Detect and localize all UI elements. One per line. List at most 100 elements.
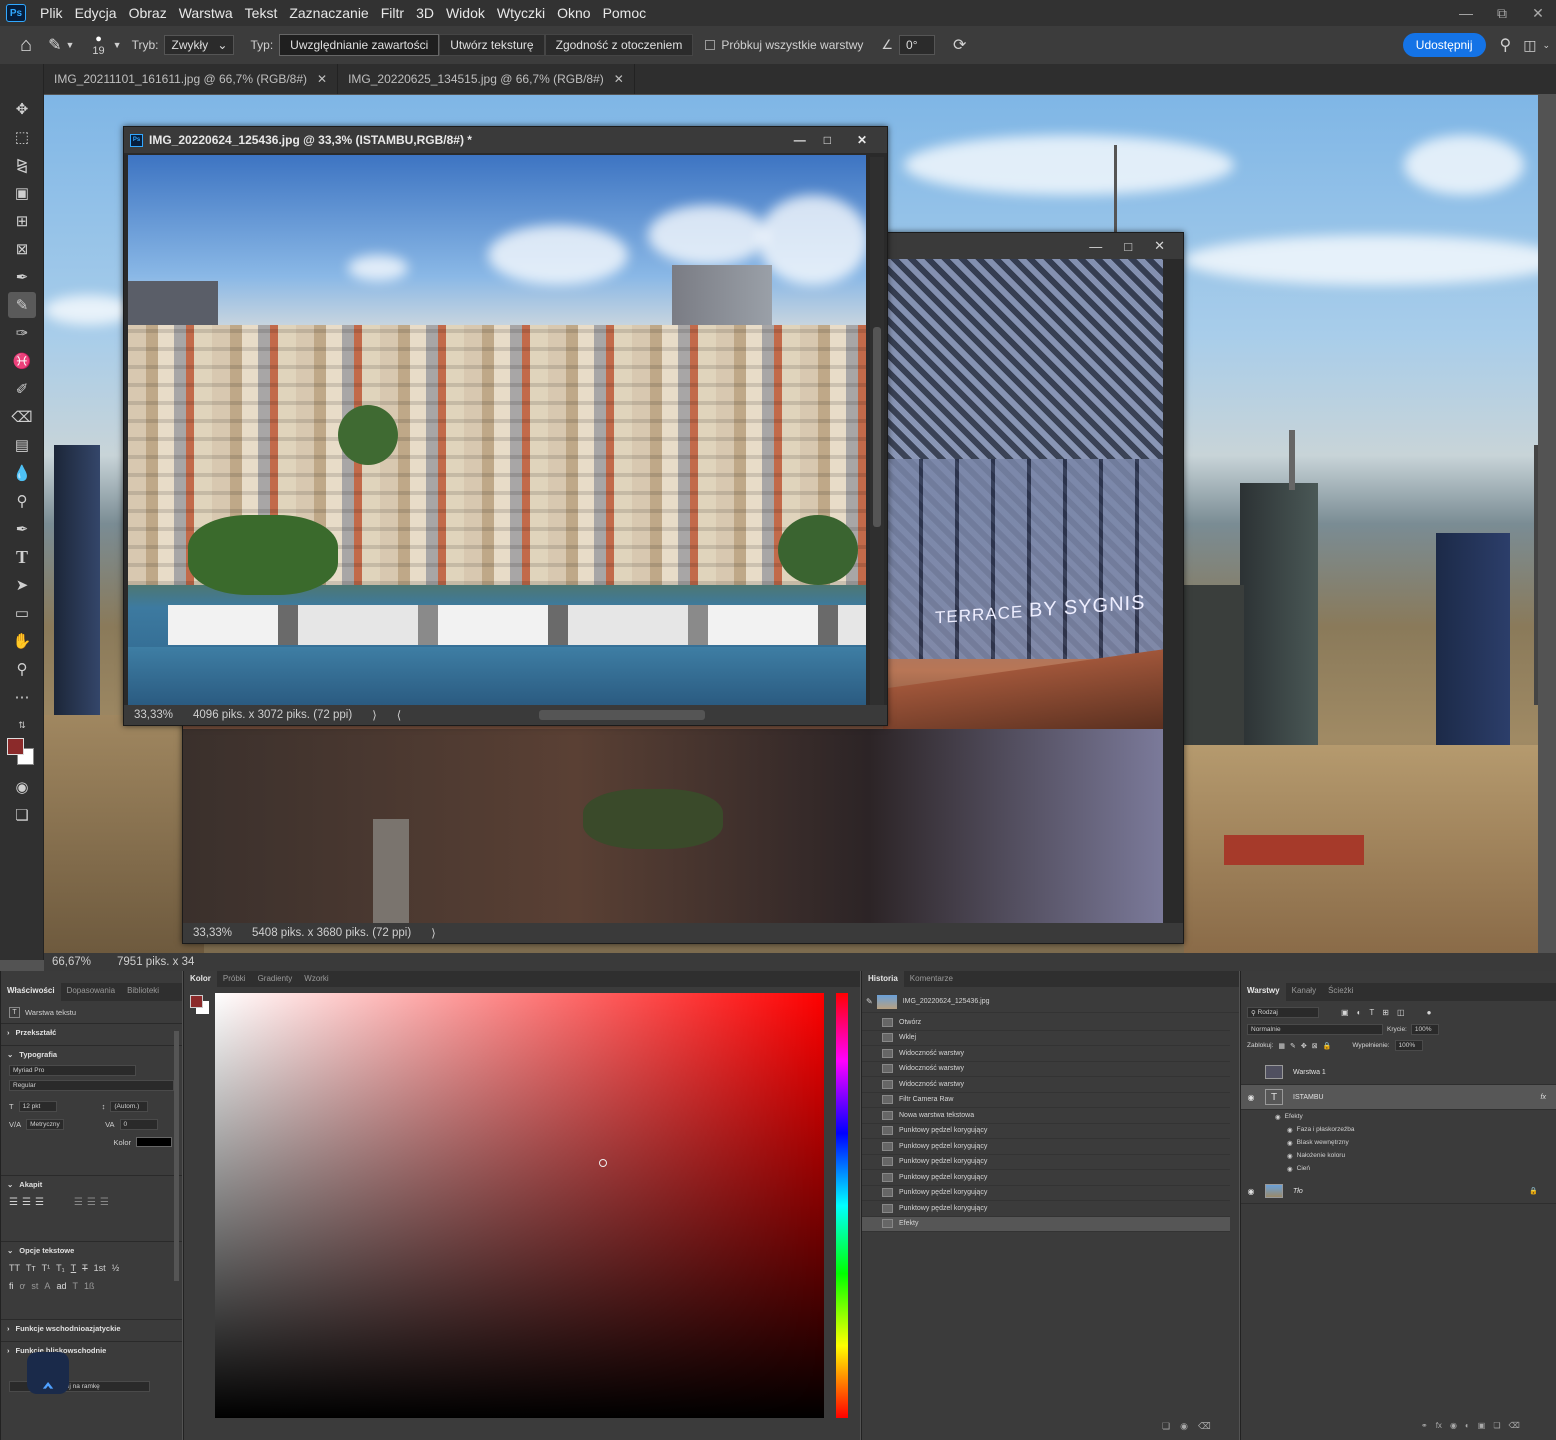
history-snapshot[interactable]: ✎ IMG_20220624_125436.jpg — [862, 991, 1239, 1013]
layer-row[interactable]: ◉ Tło 🔒 — [1241, 1179, 1556, 1204]
chevron-down-icon[interactable]: ⌄ — [7, 1180, 13, 1189]
history-item[interactable]: Punktowy pędzel korygujący — [862, 1155, 1230, 1170]
tab-properties[interactable]: Właściwości — [1, 983, 61, 1001]
search-icon[interactable]: ⚲ — [1500, 35, 1512, 55]
chevron-down-icon[interactable]: ⌄ — [7, 1246, 13, 1255]
new-layer-icon[interactable]: ❏ — [1493, 1421, 1500, 1430]
trash-icon[interactable]: ⌫ — [1509, 1421, 1520, 1430]
content-aware-button[interactable]: Uwzględnianie zawartości — [279, 34, 440, 56]
chevron-right-icon[interactable]: ⟩ — [431, 926, 436, 940]
superscript-icon[interactable]: T¹ — [42, 1263, 51, 1273]
rectangle-tool-icon[interactable]: ▭ — [8, 600, 36, 626]
tab-patterns[interactable]: Wzorki — [298, 971, 334, 987]
marquee-tool-icon[interactable]: ⬚ — [8, 124, 36, 150]
justify-icon[interactable]: ☰ — [74, 1197, 83, 1208]
menu-zaznaczanie[interactable]: Zaznaczanie — [283, 5, 374, 21]
eye-icon[interactable]: ◉ — [1287, 1126, 1293, 1134]
align-right-icon[interactable]: ☰ — [35, 1197, 44, 1208]
history-item[interactable]: Widoczność warstwy — [862, 1062, 1230, 1077]
vertical-scrollbar[interactable] — [870, 157, 884, 707]
history-brush-tool-icon[interactable]: ✐ — [8, 376, 36, 402]
menu-wtyczki[interactable]: Wtyczki — [491, 5, 551, 21]
eye-icon[interactable]: ◉ — [1287, 1139, 1293, 1147]
tab-color[interactable]: Kolor — [184, 971, 217, 987]
minimize-icon[interactable]: — — [794, 133, 806, 147]
tab-history[interactable]: Historia — [862, 971, 904, 987]
chevron-down-icon[interactable]: ⌄ — [1542, 40, 1550, 51]
effects-group[interactable]: ◉ Efekty — [1241, 1110, 1556, 1123]
filter-pixel-icon[interactable]: ▣ — [1341, 1008, 1349, 1017]
justify-icon[interactable]: ☰ — [87, 1197, 96, 1208]
foreground-color-swatch[interactable] — [190, 995, 203, 1008]
chevron-down-icon[interactable]: ⌄ — [7, 1050, 13, 1059]
swap-colors-icon[interactable]: ⇅ — [8, 712, 36, 738]
tab-libraries[interactable]: Biblioteki — [121, 983, 165, 1001]
scrollbar[interactable] — [174, 1031, 179, 1281]
chevron-down-icon[interactable]: ▼ — [113, 40, 122, 50]
menu-plik[interactable]: Plik — [34, 5, 69, 21]
fraction-icon[interactable]: ½ — [112, 1263, 120, 1273]
subscript-icon[interactable]: T₁ — [56, 1263, 65, 1273]
zoom-level[interactable]: 33,33% — [193, 927, 232, 939]
restore-icon[interactable]: □ — [1124, 239, 1132, 254]
chevron-right-icon[interactable]: ⟩ — [372, 708, 377, 722]
chevron-down-icon[interactable]: ▼ — [66, 40, 75, 50]
effect-item[interactable]: ◉ Blask wewnętrzny — [1241, 1136, 1556, 1149]
gradient-tool-icon[interactable]: ▤ — [8, 432, 36, 458]
color-picker-cursor[interactable] — [599, 1159, 607, 1167]
all-caps-icon[interactable]: TT — [9, 1263, 20, 1273]
lasso-tool-icon[interactable]: ⧎ — [8, 152, 36, 178]
filter-adjustment-icon[interactable]: ◐ — [1357, 1008, 1362, 1017]
font-size-input[interactable]: 12 pkt — [18, 1100, 57, 1112]
menu-pomoc[interactable]: Pomoc — [597, 5, 653, 21]
history-item[interactable]: Efekty — [862, 1216, 1230, 1232]
eye-icon[interactable]: ◉ — [1287, 1152, 1293, 1160]
layer-filter-select[interactable]: ⚲ Rodzaj — [1247, 1007, 1319, 1018]
ornament-icon[interactable]: T — [72, 1281, 78, 1291]
chevron-right-icon[interactable]: › — [7, 1346, 10, 1355]
tab-comments[interactable]: Komentarze — [904, 971, 959, 987]
restore-icon[interactable]: ⧉ — [1484, 2, 1520, 24]
history-item[interactable]: Nowa warstwa tekstowa — [862, 1108, 1230, 1124]
screen-mode-icon[interactable]: ❏ — [8, 802, 36, 828]
small-caps-icon[interactable]: Tт — [26, 1263, 36, 1273]
history-item[interactable]: Filtr Camera Raw — [862, 1093, 1230, 1108]
eraser-tool-icon[interactable]: ⌫ — [8, 404, 36, 430]
effect-item[interactable]: ◉ Cień — [1241, 1162, 1556, 1175]
menu-obraz[interactable]: Obraz — [123, 5, 173, 21]
menu-widok[interactable]: Widok — [440, 5, 491, 21]
tab-paths[interactable]: Ścieżki — [1322, 983, 1359, 1001]
hue-slider[interactable] — [836, 993, 848, 1418]
fx-icon[interactable]: fx — [1436, 1421, 1442, 1430]
stylistic-icon[interactable]: A — [44, 1281, 50, 1291]
menu-warstwa[interactable]: Warstwa — [173, 5, 239, 21]
sample-all-checkbox[interactable] — [705, 40, 716, 50]
section-typography[interactable]: Typografia — [19, 1050, 57, 1059]
history-item[interactable]: Punktowy pędzel korygujący — [862, 1139, 1230, 1155]
filter-shape-icon[interactable]: ⊞ — [1382, 1008, 1389, 1017]
dodge-tool-icon[interactable]: ⚲ — [8, 488, 36, 514]
section-text-options[interactable]: Opcje tekstowe — [19, 1246, 74, 1255]
object-selection-tool-icon[interactable]: ▣ — [8, 180, 36, 206]
fx-icon[interactable]: fx — [1541, 1094, 1546, 1101]
proximity-match-button[interactable]: Zgodność z otoczeniem — [544, 34, 694, 56]
trash-icon[interactable]: ⌫ — [1198, 1421, 1211, 1432]
eye-icon[interactable]: ◉ — [1241, 1187, 1261, 1196]
chevron-right-icon[interactable]: › — [7, 1028, 10, 1037]
tab-layers[interactable]: Warstwy — [1241, 983, 1286, 1001]
tab-adjustments[interactable]: Dopasowania — [61, 983, 121, 1001]
leading-input[interactable]: (Autom.) — [110, 1100, 149, 1112]
lock-position-icon[interactable]: ✥ — [1301, 1042, 1307, 1050]
tab-document-2[interactable]: IMG_20220625_134515.jpg @ 66,7% (RGB/8#)… — [338, 64, 635, 94]
scrollbar-thumb[interactable] — [873, 327, 881, 527]
link-icon[interactable]: ⚭ — [1421, 1421, 1428, 1430]
lock-transparent-icon[interactable]: ▦ — [1278, 1042, 1285, 1050]
filter-toggle-icon[interactable]: ● — [1427, 1008, 1432, 1017]
lock-pixels-icon[interactable]: ✎ — [1290, 1042, 1296, 1050]
swash-icon[interactable]: st — [31, 1281, 38, 1291]
restore-icon[interactable]: □ — [824, 133, 831, 147]
history-item[interactable]: Widoczność warstwy — [862, 1046, 1230, 1062]
create-texture-button[interactable]: Utwórz teksturę — [439, 34, 545, 56]
text-color-swatch[interactable] — [136, 1137, 172, 1147]
minimize-icon[interactable]: — — [1448, 2, 1484, 24]
